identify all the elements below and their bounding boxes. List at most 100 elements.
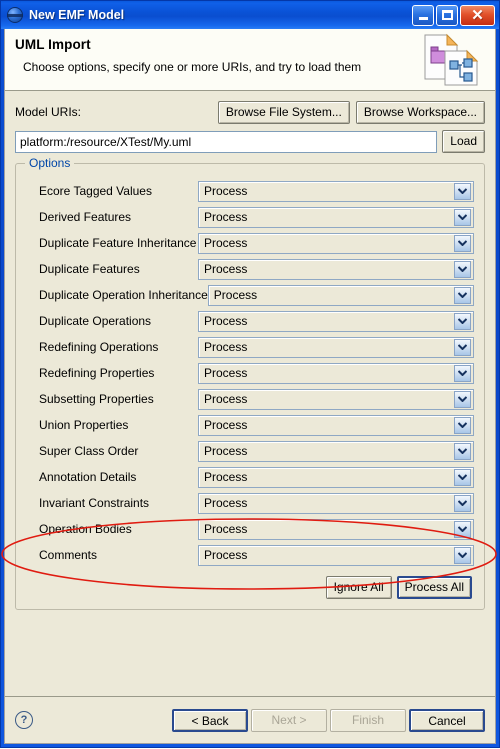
maximize-button[interactable] [436, 4, 458, 26]
load-button[interactable]: Load [442, 130, 485, 153]
option-combo[interactable]: Process [198, 336, 474, 358]
options-group-buttons: Ignore All Process All [26, 576, 474, 599]
option-combo[interactable]: Process [198, 232, 474, 254]
option-row: Duplicate Features Process [26, 256, 474, 282]
browse-workspace-button[interactable]: Browse Workspace... [355, 100, 485, 124]
chevron-down-icon[interactable] [454, 364, 471, 382]
option-combo[interactable]: Process [198, 310, 474, 332]
next-button: Next > [251, 708, 327, 732]
option-combo[interactable]: Process [198, 388, 474, 410]
option-combo[interactable]: Process [198, 258, 474, 280]
browse-file-system-button[interactable]: Browse File System... [217, 100, 350, 124]
close-button[interactable]: ✕ [460, 4, 495, 26]
option-row: Redefining Properties Process [26, 360, 474, 386]
option-label: Union Properties [39, 418, 129, 432]
option-combo[interactable]: Process [207, 284, 474, 306]
option-combo-value: Process [204, 392, 248, 406]
chevron-down-icon[interactable] [454, 442, 471, 460]
option-label: Invariant Constraints [39, 496, 150, 510]
cancel-button[interactable]: Cancel [409, 708, 485, 732]
process-all-button[interactable]: Process All [396, 576, 472, 599]
chevron-down-icon[interactable] [454, 546, 471, 564]
wizard-header: UML Import Choose options, specify one o… [5, 29, 495, 91]
chevron-down-icon[interactable] [454, 338, 471, 356]
option-label: Ecore Tagged Values [39, 184, 152, 198]
option-label: Redefining Operations [39, 340, 159, 354]
wizard-body: Model URIs: Browse File System... Browse… [5, 91, 495, 696]
option-combo[interactable]: Process [198, 466, 474, 488]
option-combo-value: Process [204, 548, 248, 562]
option-combo-value: Process [204, 444, 248, 458]
title-bar-left: New EMF Model [7, 7, 412, 23]
option-combo-value: Process [204, 418, 248, 432]
option-combo-value: Process [204, 314, 248, 328]
chevron-down-icon[interactable] [454, 390, 471, 408]
option-combo[interactable]: Process [198, 180, 474, 202]
option-combo[interactable]: Process [198, 544, 474, 566]
option-combo-value: Process [204, 210, 248, 224]
help-icon[interactable]: ? [15, 711, 33, 729]
chevron-down-icon[interactable] [454, 208, 471, 226]
chevron-down-icon[interactable] [454, 286, 471, 304]
window-controls: ✕ [412, 4, 497, 26]
close-icon: ✕ [471, 6, 484, 24]
option-row: Operation Bodies Process [26, 516, 474, 542]
option-row: Duplicate Operations Process [26, 308, 474, 334]
option-combo-value: Process [204, 262, 248, 276]
option-row: Duplicate Operation Inheritance Process [26, 282, 474, 308]
option-combo-value: Process [204, 522, 248, 536]
chevron-down-icon[interactable] [454, 182, 471, 200]
wizard-footer: ? < Back Next > Finish Cancel [5, 697, 495, 743]
dialog-window: New EMF Model ✕ UML Import Choose option… [0, 0, 500, 748]
option-combo-value: Process [204, 236, 248, 250]
window-title: New EMF Model [29, 8, 125, 22]
option-label: Duplicate Operations [39, 314, 152, 328]
option-row: Subsetting Properties Process [26, 386, 474, 412]
chevron-down-icon[interactable] [454, 494, 471, 512]
option-label: Comments [39, 548, 98, 562]
model-uri-input[interactable] [15, 130, 438, 153]
chevron-down-icon[interactable] [454, 234, 471, 252]
option-label: Subsetting Properties [39, 392, 154, 406]
option-combo[interactable]: Process [198, 414, 474, 436]
chevron-down-icon[interactable] [454, 312, 471, 330]
option-label: Super Class Order [39, 444, 139, 458]
option-row: Super Class Order Process [26, 438, 474, 464]
chevron-down-icon[interactable] [454, 520, 471, 538]
option-combo-value: Process [204, 184, 248, 198]
maximize-icon [441, 10, 453, 20]
title-bar[interactable]: New EMF Model ✕ [1, 1, 499, 29]
option-combo[interactable]: Process [198, 492, 474, 514]
option-row: Ecore Tagged Values Process [26, 178, 474, 204]
emf-sphere-icon [7, 7, 23, 23]
finish-button: Finish [330, 708, 406, 732]
option-label: Annotation Details [39, 470, 137, 484]
option-combo[interactable]: Process [198, 518, 474, 540]
dialog-client-area: UML Import Choose options, specify one o… [4, 29, 496, 744]
option-combo[interactable]: Process [198, 362, 474, 384]
option-combo[interactable]: Process [198, 206, 474, 228]
option-label: Redefining Properties [39, 366, 155, 380]
option-row: Duplicate Feature Inheritance Process [26, 230, 474, 256]
option-combo[interactable]: Process [198, 440, 474, 462]
uri-input-row: Load [15, 130, 485, 153]
chevron-down-icon[interactable] [454, 468, 471, 486]
option-row: Redefining Operations Process [26, 334, 474, 360]
chevron-down-icon[interactable] [454, 260, 471, 278]
minimize-button[interactable] [412, 4, 434, 26]
model-uris-label: Model URIs: [15, 105, 82, 119]
option-row: Comments Process [26, 542, 474, 568]
options-group-label: Options [25, 156, 75, 170]
ignore-all-button[interactable]: Ignore All [325, 576, 392, 599]
uml-import-documents-icon [419, 31, 487, 89]
options-list: Ecore Tagged Values Process Derived Featur… [26, 178, 474, 568]
option-label: Derived Features [39, 210, 132, 224]
option-label: Duplicate Operation Inheritance [39, 288, 208, 302]
chevron-down-icon[interactable] [454, 416, 471, 434]
back-button[interactable]: < Back [172, 708, 248, 732]
option-combo-value: Process [204, 366, 248, 380]
option-label: Operation Bodies [39, 522, 132, 536]
option-combo-value: Process [204, 496, 248, 510]
option-row: Invariant Constraints Process [26, 490, 474, 516]
option-combo-value: Process [204, 470, 248, 484]
